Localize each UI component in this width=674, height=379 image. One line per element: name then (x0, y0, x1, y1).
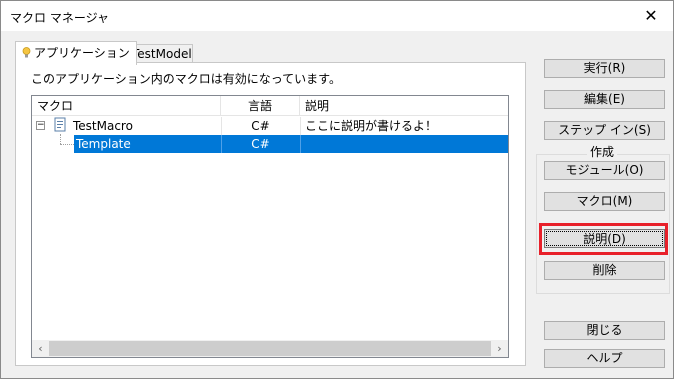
tab-label: アプリケーション (34, 46, 130, 60)
scroll-right-icon[interactable]: › (491, 340, 508, 357)
title-bar: マクロ マネージャ ✕ (1, 1, 673, 31)
macro-tree-list[interactable]: マクロ 言語 説明 − TestMacro C# ここに説明が書けるよ！ Tem… (31, 95, 509, 358)
edit-button[interactable]: 編集(E) (544, 90, 665, 109)
macro-description: ここに説明が書けるよ！ (305, 119, 438, 133)
column-header-language[interactable]: 言語 (221, 96, 300, 116)
description-button[interactable]: 説明(D) (544, 229, 665, 248)
close-button[interactable]: 閉じる (544, 321, 665, 340)
scrollbar-thumb[interactable] (49, 341, 491, 356)
lightbulb-icon (22, 47, 31, 58)
macro-language: C# (251, 119, 270, 133)
macro-language: C# (251, 137, 270, 151)
help-button[interactable]: ヘルプ (544, 349, 665, 368)
tree-row-selected[interactable]: Template C# (74, 135, 508, 153)
description-button-label: 説明(D) (546, 231, 663, 246)
tree-row[interactable]: − TestMacro C# ここに説明が書けるよ！ (32, 117, 508, 135)
step-in-button[interactable]: ステップ イン(S) (544, 121, 665, 140)
tab-panel: このアプリケーション内のマクロは有効になっています。 マクロ 言語 説明 − T… (15, 62, 526, 366)
column-header-macro[interactable]: マクロ (32, 96, 221, 116)
macro-manager-window: マクロ マネージャ ✕ アプリケーション TestModel このアプリケーショ… (0, 0, 674, 379)
window-title: マクロ マネージャ (10, 11, 109, 25)
macro-button[interactable]: マクロ(M) (544, 192, 665, 211)
module-button[interactable]: モジュール(O) (544, 161, 665, 180)
horizontal-scrollbar[interactable]: ‹ › (32, 340, 508, 357)
close-icon[interactable]: ✕ (629, 1, 673, 31)
macro-name: TestMacro (73, 119, 133, 133)
delete-button[interactable]: 削除 (544, 261, 665, 280)
macro-name: Template (76, 137, 131, 151)
macro-project-icon (54, 117, 66, 132)
column-header-description[interactable]: 説明 (300, 96, 508, 116)
tab-application[interactable]: アプリケーション (15, 41, 137, 65)
list-header: マクロ 言語 説明 (32, 96, 508, 116)
collapse-icon[interactable]: − (36, 121, 45, 130)
create-group-label: 作成 (587, 143, 618, 160)
tab-label: TestModel (132, 47, 192, 61)
run-button[interactable]: 実行(R) (544, 59, 665, 78)
macros-enabled-text: このアプリケーション内のマクロは有効になっています。 (31, 72, 341, 86)
scroll-left-icon[interactable]: ‹ (32, 340, 49, 357)
